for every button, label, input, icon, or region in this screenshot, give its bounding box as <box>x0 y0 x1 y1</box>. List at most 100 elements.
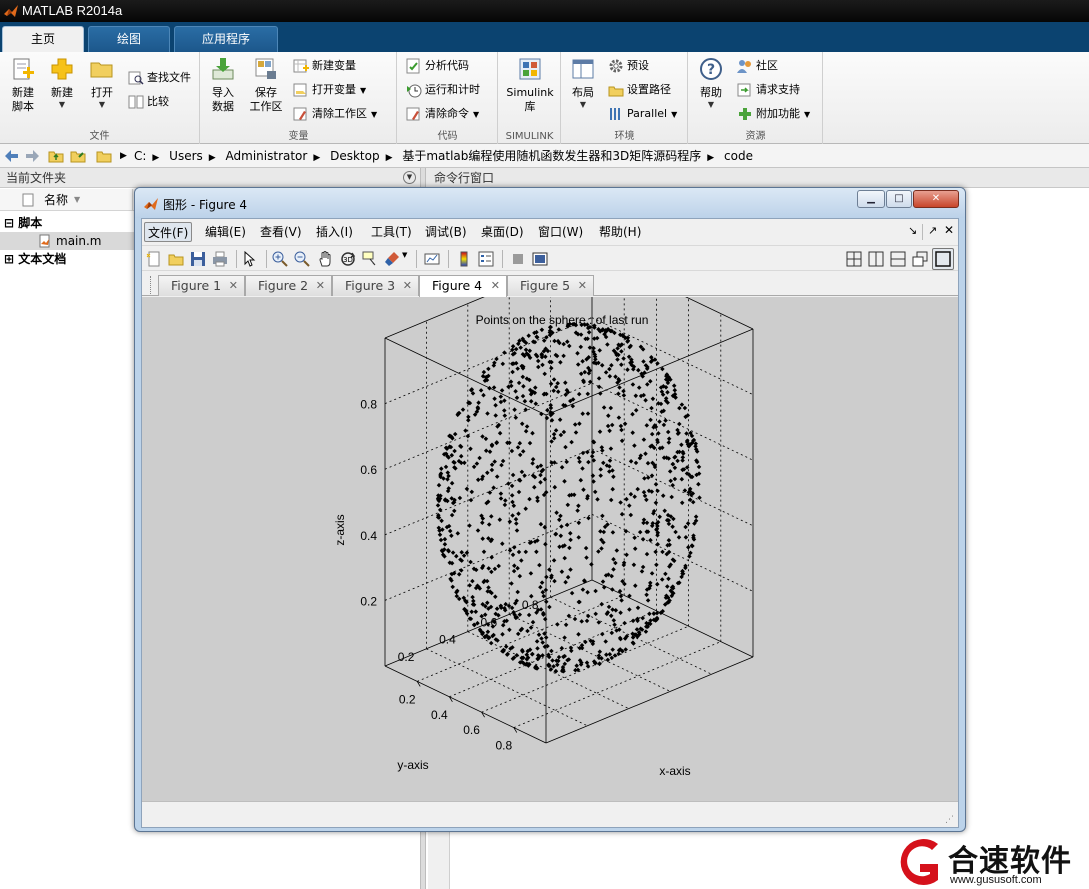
top-bottom-layout-icon[interactable] <box>890 251 906 267</box>
find-files-button[interactable]: 查找文件 <box>128 68 191 88</box>
figure-titlebar[interactable]: 图形 - Figure 4 ▁ □ ✕ <box>135 188 965 218</box>
panel-menu-icon[interactable]: ▼ <box>403 171 416 184</box>
tab-apps[interactable]: 应用程序 <box>174 26 278 52</box>
compare-button[interactable]: 比较 <box>128 92 169 112</box>
left-right-layout-icon[interactable] <box>868 251 884 267</box>
forward-arrow-icon[interactable] <box>24 148 40 164</box>
colorbar-icon[interactable] <box>456 251 472 267</box>
data-point <box>643 451 648 456</box>
close-tab-icon[interactable]: ✕ <box>578 276 587 296</box>
data-point <box>585 391 591 397</box>
breadcrumb-item[interactable]: C: <box>134 149 146 163</box>
rotate-3d-icon[interactable]: 3D <box>340 251 356 267</box>
undock-arrow-icon[interactable]: ↗ <box>928 224 937 237</box>
help-button[interactable]: ? 帮助 ▼ <box>693 56 729 110</box>
tree-group-scripts[interactable]: ⊟ 脚本 <box>4 214 42 232</box>
tab-figure-5[interactable]: Figure 5 ✕ <box>507 275 594 296</box>
resize-grip-icon[interactable]: ⋰ <box>945 815 954 825</box>
open-variable-button[interactable]: 打开变量 ▼ <box>293 80 366 100</box>
show-plot-tools-icon[interactable] <box>532 251 548 267</box>
close-button[interactable]: ✕ <box>913 190 959 208</box>
legend-icon[interactable] <box>478 251 494 267</box>
scatter3-plot[interactable]: Points on the sphere : of last run 0.2 0.… <box>142 251 958 801</box>
float-layout-icon[interactable] <box>912 251 928 267</box>
menu-debug[interactable]: 调试(B) <box>422 222 470 242</box>
hide-plot-tools-icon[interactable] <box>510 251 526 267</box>
close-tab-icon[interactable]: ✕ <box>229 276 238 296</box>
analyze-code-button[interactable]: 分析代码 <box>406 56 469 76</box>
link-plot-icon[interactable] <box>424 251 440 267</box>
addons-button[interactable]: 附加功能 ▼ <box>737 104 810 124</box>
pan-hand-icon[interactable] <box>318 251 334 267</box>
brush-icon[interactable] <box>384 251 400 267</box>
menu-desktop[interactable]: 桌面(D) <box>478 222 527 242</box>
tile-layout-icon[interactable] <box>846 251 862 267</box>
expand-toggle-icon[interactable]: ⊞ <box>4 252 14 266</box>
clear-workspace-button[interactable]: 清除工作区 ▼ <box>293 104 377 124</box>
save-workspace-button[interactable]: 保存 工作区 <box>245 56 287 114</box>
new-figure-icon[interactable] <box>146 251 162 267</box>
menu-file[interactable]: 文件(F) <box>144 222 193 242</box>
data-point <box>610 530 616 535</box>
data-cursor-icon[interactable] <box>362 251 378 267</box>
up-folder-icon[interactable] <box>48 148 64 164</box>
close-tab-icon[interactable]: ✕ <box>491 276 500 296</box>
tree-group-text-docs[interactable]: ⊞ 文本文档 <box>4 250 66 268</box>
open-button[interactable]: 打开 ▼ <box>86 56 118 110</box>
clear-commands-button[interactable]: 清除命令 ▼ <box>406 104 479 124</box>
new-variable-button[interactable]: 新建变量 <box>293 56 356 76</box>
tab-figure-4[interactable]: Figure 4 ✕ <box>419 275 507 297</box>
column-header-name[interactable]: 名称 <box>44 189 68 211</box>
chevron-down-icon[interactable]: ▼ <box>402 251 407 259</box>
menu-edit[interactable]: 编辑(E) <box>202 222 249 242</box>
maximize-button[interactable]: □ <box>886 190 912 208</box>
layout-button[interactable]: 布局 ▼ <box>566 56 600 110</box>
save-icon[interactable] <box>190 251 206 267</box>
collapse-toggle-icon[interactable]: ⊟ <box>4 216 14 230</box>
maximize-layout-button[interactable] <box>932 248 954 270</box>
breadcrumb-item[interactable]: Administrator <box>226 149 308 163</box>
parallel-button[interactable]: Parallel ▼ <box>608 104 677 124</box>
tab-figure-1[interactable]: Figure 1 ✕ <box>158 275 245 296</box>
run-and-time-button[interactable]: 运行和计时 <box>406 80 480 100</box>
print-icon[interactable] <box>212 251 228 267</box>
open-file-icon[interactable] <box>168 251 184 267</box>
import-data-button[interactable]: 导入 数据 <box>207 56 239 114</box>
tab-plots[interactable]: 绘图 <box>88 26 170 52</box>
y-axis-label: y-axis <box>397 758 428 772</box>
dock-arrow-icon[interactable]: ↘ <box>908 224 917 237</box>
preferences-button[interactable]: 预设 <box>608 56 649 76</box>
request-support-button[interactable]: 请求支持 <box>737 80 800 100</box>
community-button[interactable]: 社区 <box>737 56 778 76</box>
data-point <box>641 520 646 526</box>
minimize-button[interactable]: ▁ <box>857 190 885 208</box>
tab-figure-2[interactable]: Figure 2 ✕ <box>245 275 332 296</box>
close-tab-icon[interactable]: ✕ <box>403 276 412 296</box>
set-path-button[interactable]: 设置路径 <box>608 80 671 100</box>
browse-folder-icon[interactable] <box>70 148 86 164</box>
breadcrumb-item[interactable]: code <box>724 149 753 163</box>
menu-tools[interactable]: 工具(T) <box>368 222 415 242</box>
data-point <box>595 497 600 502</box>
menu-window[interactable]: 窗口(W) <box>535 222 586 242</box>
zoom-in-icon[interactable] <box>272 251 288 267</box>
menu-help[interactable]: 帮助(H) <box>596 222 644 242</box>
new-button[interactable]: 新建 ▼ <box>46 56 78 110</box>
simulink-library-button[interactable]: Simulink 库 <box>503 56 557 114</box>
plot-area[interactable]: Points on the sphere : of last run 0.2 0.… <box>142 251 958 801</box>
close-tab-icon[interactable]: ✕ <box>316 276 325 296</box>
breadcrumb-item[interactable]: Desktop <box>330 149 380 163</box>
close-icon[interactable]: ✕ <box>944 223 954 237</box>
breadcrumb-item[interactable]: 基于matlab编程使用随机函数发生器和3D矩阵源码程序 <box>402 149 701 163</box>
tab-home[interactable]: 主页 <box>2 26 84 52</box>
tab-figure-3[interactable]: Figure 3 ✕ <box>332 275 419 296</box>
list-item[interactable]: main.m <box>0 232 134 250</box>
new-script-button[interactable]: 新建 脚本 <box>6 56 40 114</box>
analyze-code-icon <box>406 58 420 74</box>
back-arrow-icon[interactable] <box>4 148 20 164</box>
menu-insert[interactable]: 插入(I) <box>313 222 356 242</box>
breadcrumb-item[interactable]: Users <box>169 149 203 163</box>
menu-view[interactable]: 查看(V) <box>257 222 305 242</box>
zoom-out-icon[interactable] <box>294 251 310 267</box>
pointer-arrow-icon[interactable] <box>242 251 258 267</box>
